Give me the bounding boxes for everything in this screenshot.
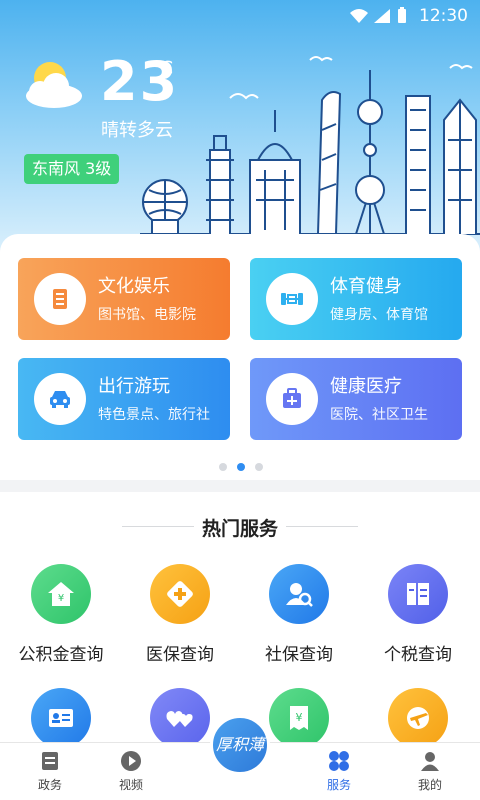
library-icon <box>34 273 86 325</box>
hot-services-section: 热门服务 ¥ 公积金查询 医保查询 社保查询 个税查询 ¥ <box>0 492 480 742</box>
grid-icon <box>329 751 349 771</box>
social-security-icon <box>269 564 329 624</box>
medical-kit-icon <box>266 373 318 425</box>
weather-header: 12:30 23 ℃ 晴转多云 东南风 3级 <box>0 0 480 250</box>
service-label: 医保查询 <box>146 645 214 665</box>
status-time: 12:30 <box>419 6 468 26</box>
tab-label: 政务 <box>37 778 62 792</box>
car-icon <box>34 373 86 425</box>
category-card-travel[interactable]: 出行游玩 特色景点、旅行社 <box>18 358 230 440</box>
svg-text:¥: ¥ <box>58 593 64 604</box>
plane-icon <box>388 688 448 742</box>
service-housing-fund[interactable]: ¥ 公积金查询 <box>6 564 116 665</box>
tax-icon <box>388 564 448 624</box>
play-icon <box>121 751 141 771</box>
city-skyline-illustration <box>140 56 480 235</box>
service-plane[interactable] <box>363 688 473 742</box>
category-card-health[interactable]: 健康医疗 医院、社区卫生 <box>250 358 462 440</box>
category-title: 文化娱乐 <box>98 276 170 297</box>
tab-label: 服务 <box>326 778 351 792</box>
carousel-dot[interactable] <box>219 463 227 471</box>
tab-label: 我的 <box>417 778 442 792</box>
id-card-icon <box>31 688 91 742</box>
section-title: 热门服务 <box>201 518 278 540</box>
svg-text:¥: ¥ <box>296 711 303 724</box>
tab-label: 视频 <box>118 778 143 792</box>
person-icon <box>421 752 439 771</box>
tab-government[interactable]: 政务 <box>20 750 80 793</box>
document-icon <box>42 752 58 770</box>
signal-icons <box>350 7 406 23</box>
category-subtitle: 健身房、体育馆 <box>330 307 428 323</box>
service-id-card[interactable] <box>6 688 116 742</box>
category-title: 体育健身 <box>330 276 402 297</box>
category-title: 健康医疗 <box>330 376 402 397</box>
center-logo-button[interactable]: 厚积薄发 <box>210 715 270 800</box>
service-social-security[interactable]: 社保查询 <box>244 564 354 665</box>
tab-mine[interactable]: 我的 <box>400 750 460 793</box>
receipt-icon: ¥ <box>269 688 329 742</box>
carousel-indicator <box>214 456 268 475</box>
medical-insurance-icon <box>150 564 210 624</box>
status-bar: 12:30 <box>0 0 480 32</box>
category-card-culture[interactable]: 文化娱乐 图书馆、电影院 <box>18 258 230 340</box>
carousel-dot[interactable] <box>255 463 263 471</box>
bottom-tab-bar: 政务 视频 厚积薄发 服务 我的 <box>0 715 480 800</box>
tab-video[interactable]: 视频 <box>101 750 161 793</box>
hearts-icon <box>150 688 210 742</box>
service-label: 公积金查询 <box>18 645 104 665</box>
dumbbell-icon <box>266 273 318 325</box>
tab-services[interactable]: 服务 <box>309 750 369 793</box>
category-subtitle: 图书馆、电影院 <box>98 307 196 323</box>
service-medical-insurance[interactable]: 医保查询 <box>125 564 235 665</box>
category-panel: 文化娱乐 图书馆、电影院 体育健身 健身房、体育馆 出行游玩 特色景点、旅行社 … <box>0 234 480 480</box>
category-subtitle: 特色景点、旅行社 <box>98 407 210 423</box>
wind-badge: 东南风 3级 <box>24 154 120 184</box>
housing-fund-icon: ¥ <box>31 564 91 624</box>
service-tax[interactable]: 个税查询 <box>363 564 473 665</box>
carousel-dot-active[interactable] <box>237 463 245 471</box>
category-subtitle: 医院、社区卫生 <box>330 407 428 423</box>
category-title: 出行游玩 <box>98 376 170 397</box>
service-label: 社保查询 <box>265 645 333 665</box>
category-card-sports[interactable]: 体育健身 健身房、体育馆 <box>250 258 462 340</box>
service-label: 个税查询 <box>384 645 452 665</box>
sunny-cloudy-icon <box>26 62 82 108</box>
